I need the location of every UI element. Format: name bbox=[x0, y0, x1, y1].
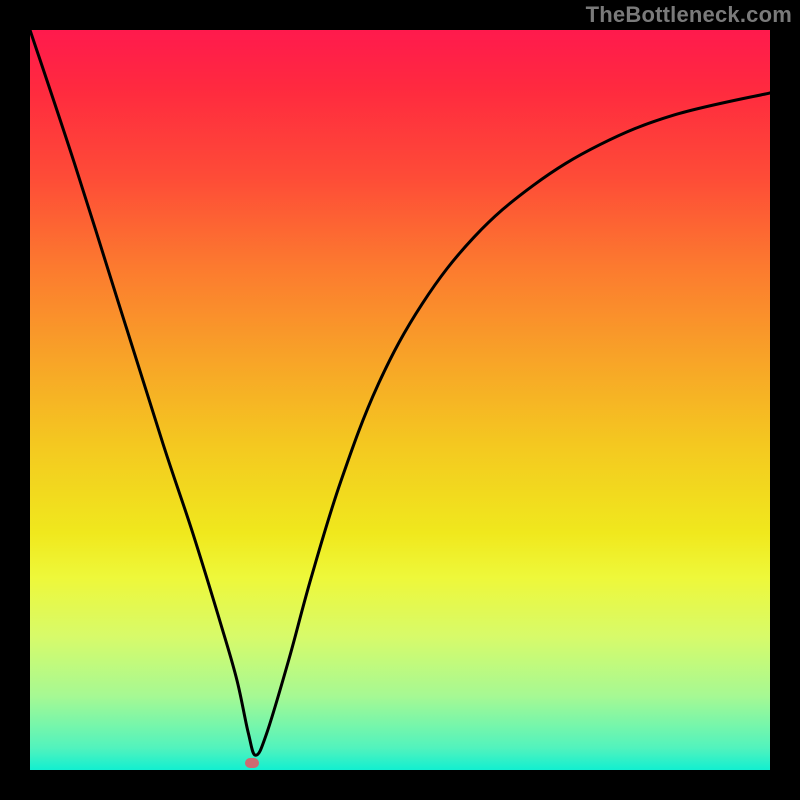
watermark-text: TheBottleneck.com bbox=[586, 2, 792, 28]
chart-container: TheBottleneck.com bbox=[0, 0, 800, 800]
curve-line bbox=[30, 30, 770, 770]
data-point-marker bbox=[245, 758, 259, 768]
plot-area bbox=[30, 30, 770, 770]
